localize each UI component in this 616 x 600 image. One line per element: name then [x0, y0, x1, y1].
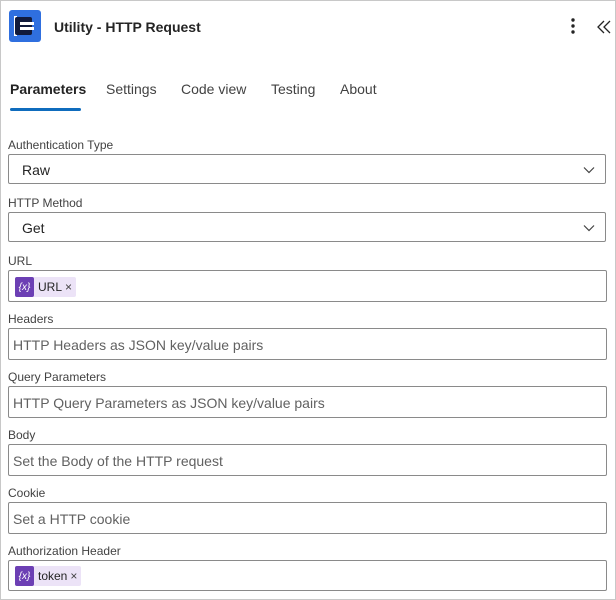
utility-app-icon — [9, 10, 41, 42]
token-token-label: token — [38, 569, 68, 583]
panel-header: Utility - HTTP Request — [9, 10, 611, 44]
http-request-panel: Utility - HTTP Request Parameters Settin… — [0, 0, 616, 600]
http-method-value: Get — [22, 220, 45, 236]
query-parameters-label: Query Parameters — [8, 370, 107, 384]
auth-type-value: Raw — [22, 162, 51, 178]
url-token[interactable]: {x} URL × — [15, 277, 77, 297]
tab-settings[interactable]: Settings — [106, 81, 157, 97]
auth-type-dropdown[interactable]: Raw — [8, 154, 606, 184]
more-options-button[interactable] — [565, 16, 581, 36]
double-chevron-left-icon — [597, 20, 611, 34]
http-method-dropdown[interactable]: Get — [8, 212, 606, 242]
http-method-label: HTTP Method — [8, 196, 83, 210]
authorization-header-field[interactable]: {x} token × — [8, 560, 607, 591]
body-label: Body — [8, 428, 36, 442]
body-field[interactable]: Set the Body of the HTTP request — [8, 444, 607, 476]
remove-token-icon[interactable]: × — [65, 280, 72, 294]
tab-code-view[interactable]: Code view — [181, 81, 246, 97]
url-field[interactable]: {x} URL × — [8, 270, 607, 302]
active-tab-indicator — [10, 108, 81, 111]
query-parameters-field[interactable]: HTTP Query Parameters as JSON key/value … — [8, 386, 607, 418]
headers-label: Headers — [8, 312, 54, 326]
variable-icon: {x} — [15, 277, 34, 297]
chevron-down-icon — [583, 225, 595, 232]
cookie-placeholder: Set a HTTP cookie — [13, 511, 131, 527]
url-label: URL — [8, 254, 33, 268]
cookie-field[interactable]: Set a HTTP cookie — [8, 502, 607, 534]
variable-icon: {x} — [15, 566, 34, 586]
query-parameters-placeholder: HTTP Query Parameters as JSON key/value … — [13, 395, 325, 411]
auth-type-label: Authentication Type — [8, 138, 114, 152]
remove-token-icon[interactable]: × — [70, 569, 77, 583]
body-placeholder: Set the Body of the HTTP request — [13, 453, 223, 469]
collapse-panel-button[interactable] — [597, 18, 611, 36]
tab-parameters[interactable]: Parameters — [10, 81, 86, 97]
headers-placeholder: HTTP Headers as JSON key/value pairs — [13, 337, 264, 353]
more-vertical-icon — [571, 18, 575, 34]
token-token[interactable]: {x} token × — [15, 566, 82, 586]
authorization-header-label: Authorization Header — [8, 544, 121, 558]
cookie-label: Cookie — [8, 486, 46, 500]
headers-field[interactable]: HTTP Headers as JSON key/value pairs — [8, 328, 607, 360]
tab-testing[interactable]: Testing — [271, 81, 315, 97]
tab-about[interactable]: About — [340, 81, 377, 97]
chevron-down-icon — [583, 167, 595, 174]
panel-title: Utility - HTTP Request — [54, 19, 201, 35]
url-token-label: URL — [38, 280, 63, 294]
